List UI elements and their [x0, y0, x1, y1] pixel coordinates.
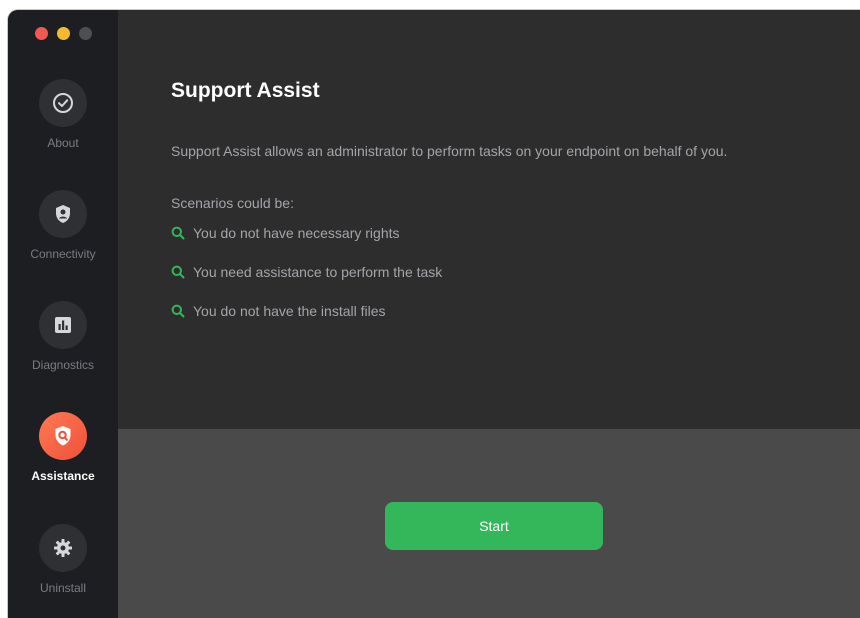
minimize-window-button[interactable]: [57, 27, 70, 40]
list-item: You do not have necessary rights: [171, 223, 400, 243]
sidebar-item-label: Diagnostics: [31, 358, 95, 372]
search-shield-icon: [39, 412, 87, 460]
start-button[interactable]: Start: [385, 502, 603, 550]
sidebar-item-assistance[interactable]: Assistance: [8, 412, 118, 512]
sidebar-item-about[interactable]: About: [8, 79, 118, 179]
close-window-button[interactable]: [35, 27, 48, 40]
sidebar-item-connectivity[interactable]: Connectivity: [8, 190, 118, 290]
list-item: You need assistance to perform the task: [171, 262, 442, 282]
chart-icon: [39, 301, 87, 349]
sidebar-item-diagnostics[interactable]: Diagnostics: [8, 301, 118, 401]
scenario-text: You need assistance to perform the task: [193, 264, 443, 280]
search-icon: [171, 226, 185, 240]
zoom-window-button[interactable]: [79, 27, 92, 40]
check-circle-icon: [39, 79, 87, 127]
app-window: About Connectivity Diagnostics Assistanc…: [8, 10, 860, 618]
scenario-text: You do not have necessary rights: [193, 225, 400, 241]
page-title: Support Assist: [171, 79, 320, 102]
sidebar-item-label: Uninstall: [39, 581, 87, 595]
window-controls: [35, 27, 92, 40]
sidebar-item-label: Assistance: [31, 469, 95, 483]
sidebar-item-label: About: [47, 136, 79, 150]
sidebar-item-uninstall[interactable]: Uninstall: [8, 524, 118, 618]
sidebar-item-label: Connectivity: [30, 247, 96, 261]
search-icon: [171, 265, 185, 279]
page-description: Support Assist allows an administrator t…: [171, 143, 728, 159]
gear-icon: [39, 524, 87, 572]
scenarios-heading: Scenarios could be:: [171, 195, 294, 211]
sidebar: About Connectivity Diagnostics Assistanc…: [8, 10, 118, 618]
action-bar: Start: [118, 429, 860, 618]
search-icon: [171, 304, 185, 318]
scenario-text: You do not have the install files: [193, 303, 386, 319]
shield-icon: [39, 190, 87, 238]
list-item: You do not have the install files: [171, 301, 386, 321]
content-panel: Support Assist Support Assist allows an …: [118, 10, 860, 429]
